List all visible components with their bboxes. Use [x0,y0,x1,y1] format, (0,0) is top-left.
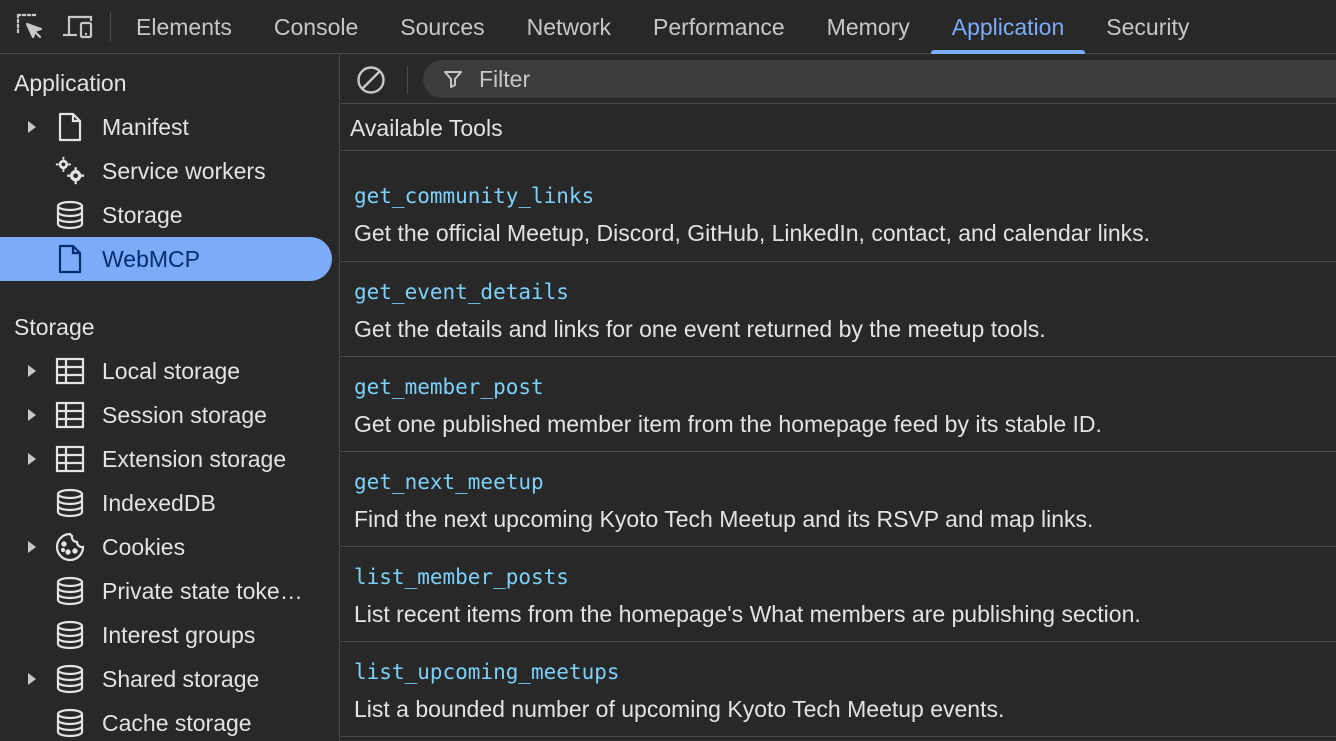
sidebar-item-label: Cache storage [102,709,252,736]
database-icon [54,487,86,519]
tool-row[interactable]: get_member_post Get one published member… [341,357,1336,452]
sidebar-item-session-storage[interactable]: Session storage [0,393,332,437]
sidebar-item-webmcp[interactable]: WebMCP [0,237,332,281]
tab-sources[interactable]: Sources [379,0,505,54]
tool-name: get_community_links [354,184,595,208]
inspect-element-icon[interactable] [12,9,48,45]
sidebar-item-storage[interactable]: Storage [0,193,332,237]
database-icon [54,199,86,231]
sidebar-item-manifest[interactable]: Manifest [0,105,332,149]
filter-input[interactable] [477,60,1077,98]
cookie-icon [54,531,86,563]
tool-description: Find the next upcoming Kyoto Tech Meetup… [354,506,1094,532]
tool-name: get_next_meetup [354,470,544,494]
sidebar-item-label: Service workers [102,157,266,184]
sidebar-item-label: WebMCP [102,245,200,272]
tab-network[interactable]: Network [506,0,632,54]
clear-icon[interactable] [355,64,387,96]
tool-description: Get the official Meetup, Discord, GitHub… [354,220,1151,246]
tool-row[interactable]: get_community_links Get the official Mee… [341,158,1336,262]
sidebar-item-label: Private state toke… [102,577,303,604]
database-icon [54,575,86,607]
sidebar-item-service-workers[interactable]: Service workers [0,149,332,193]
tool-row[interactable]: get_event_details Get the details and li… [341,262,1336,357]
gears-icon [54,155,86,187]
tab-memory[interactable]: Memory [806,0,931,54]
tool-description: List a bounded number of upcoming Kyoto … [354,696,1005,722]
available-tools-header: Available Tools [341,105,1336,151]
panel-tabs: Elements Console Sources Network Perform… [115,0,1210,54]
tab-performance[interactable]: Performance [632,0,806,54]
tab-application[interactable]: Application [930,0,1086,54]
database-icon [54,619,86,651]
tool-name: get_member_post [354,375,544,399]
sidebar-item-label: Interest groups [102,621,256,648]
sidebar-item-label: Session storage [102,401,267,428]
expand-arrow-icon[interactable] [26,364,38,378]
sidebar-item-label: Shared storage [102,665,260,692]
sidebar-item-indexeddb[interactable]: IndexedDB [0,481,332,525]
sidebar-item-private-state-tokens[interactable]: Private state toke… [0,569,332,613]
toolbar-divider [110,11,111,42]
sidebar-section-storage: Storage [14,314,95,340]
sidebar-item-label: IndexedDB [102,489,216,516]
file-icon [54,111,86,143]
filter-toolbar [341,54,1336,104]
expand-arrow-icon[interactable] [26,672,38,686]
filter-icon [444,71,462,88]
table-icon [54,399,86,431]
filter-divider [407,66,408,94]
expand-arrow-icon[interactable] [26,452,38,466]
expand-arrow-icon[interactable] [26,408,38,422]
tool-name: list_member_posts [354,565,569,589]
file-icon [54,243,86,275]
tool-description: Get one published member item from the h… [354,411,1102,437]
tab-console[interactable]: Console [253,0,379,54]
sidebar-item-local-storage[interactable]: Local storage [0,349,332,393]
devtools-toolbar: Elements Console Sources Network Perform… [0,0,1336,54]
database-icon [54,707,86,739]
sidebar-item-label: Cookies [102,533,186,560]
tool-name: list_upcoming_meetups [354,660,620,684]
tool-row[interactable]: list_member_posts List recent items from… [341,547,1336,642]
application-sidebar: Application Manifest Service workers Sto… [0,54,340,741]
expand-arrow-icon[interactable] [26,540,38,554]
webmcp-panel: Available Tools get_community_links Get … [341,54,1336,741]
table-icon [54,443,86,475]
sidebar-item-label: Manifest [102,113,189,140]
sidebar-item-cookies[interactable]: Cookies [0,525,332,569]
filter-box[interactable] [423,60,1336,98]
expand-arrow-icon[interactable] [26,120,38,134]
sidebar-item-interest-groups[interactable]: Interest groups [0,613,332,657]
tool-description: List recent items from the homepage's Wh… [354,601,1141,627]
sidebar-item-label: Storage [102,201,183,228]
tool-name: get_event_details [354,280,569,304]
tab-security[interactable]: Security [1085,0,1210,54]
sidebar-item-extension-storage[interactable]: Extension storage [0,437,332,481]
database-icon [54,663,86,695]
tool-row[interactable]: list_upcoming_meetups List a bounded num… [341,642,1336,737]
sidebar-item-label: Extension storage [102,445,287,472]
table-icon [54,355,86,387]
sidebar-item-shared-storage[interactable]: Shared storage [0,657,332,701]
tool-list: get_community_links Get the official Mee… [341,158,1336,737]
device-toolbar-icon[interactable] [60,9,96,45]
tool-row[interactable]: get_next_meetup Find the next upcoming K… [341,452,1336,547]
tab-elements[interactable]: Elements [115,0,253,54]
sidebar-item-label: Local storage [102,357,241,384]
sidebar-section-application: Application [14,70,127,96]
sidebar-item-cache-storage[interactable]: Cache storage [0,701,332,741]
tool-description: Get the details and links for one event … [354,316,1046,342]
